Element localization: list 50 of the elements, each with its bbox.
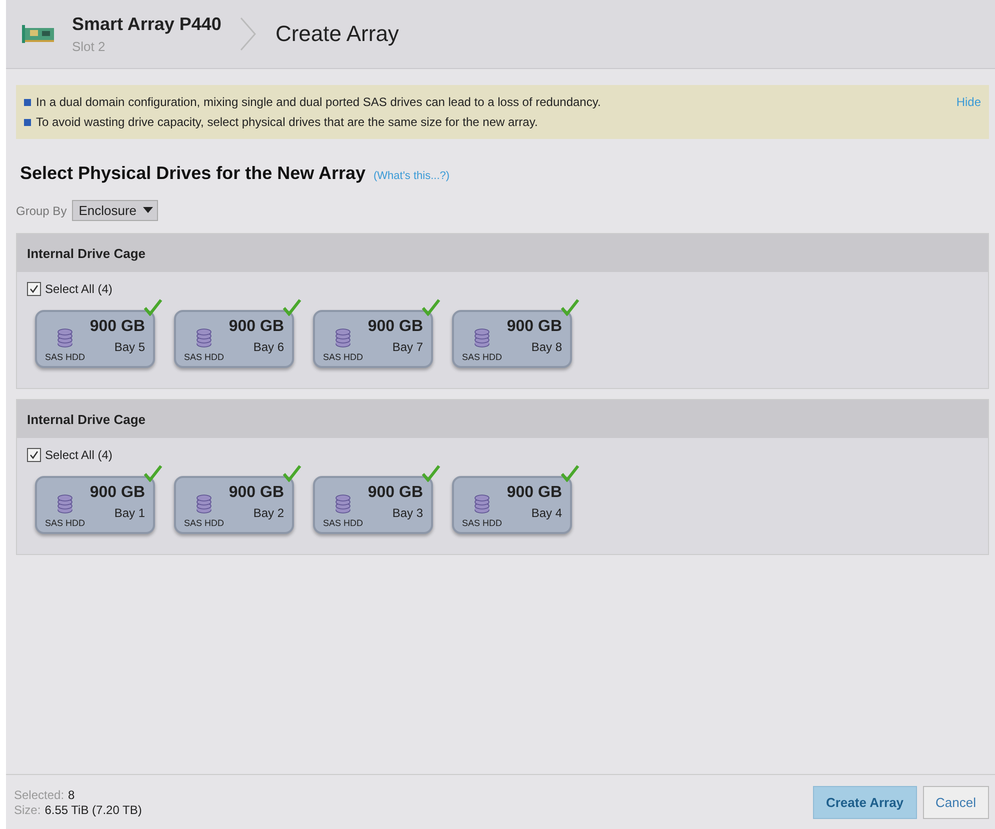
bay-label: Bay 8 [531,340,562,354]
drive-tile[interactable]: SAS HDD 900 GB Bay 7 [313,310,433,368]
create-array-button[interactable]: Create Array [812,786,917,818]
drive-tile[interactable]: SAS HDD 900 GB Bay 2 [174,476,294,534]
drive-size: 900 GB [228,318,284,336]
bay-label: Bay 5 [114,340,145,354]
group-by-dropdown[interactable]: Enclosure [72,200,158,221]
drive-type: SAS HDD [184,352,224,362]
drive-tile[interactable]: SAS HDD 900 GB Bay 5 [35,310,155,368]
drive-tile[interactable]: SAS HDD 900 GB Bay 4 [452,476,572,534]
drive-type: SAS HDD [322,518,363,528]
drive-type: SAS HDD [462,352,502,362]
drive-tile[interactable]: SAS HDD 900 GB Bay 1 [35,476,155,534]
bay-label: Bay 1 [114,506,145,520]
select-all-label: Select All (4) [45,282,112,296]
select-all-label: Select All (4) [45,448,112,462]
drive-type: SAS HDD [462,518,502,528]
drive-tile[interactable]: SAS HDD 900 GB Bay 3 [313,476,433,534]
controller-name: Smart Array P440 [72,14,222,35]
drive-size: 900 GB [90,484,145,502]
slot-label: Slot 2 [72,39,106,54]
notice-text: To avoid wasting drive capacity, select physical drives that are the same size for the new array. [36,115,538,129]
cancel-button[interactable]: Cancel [922,786,989,818]
bay-label: Bay 3 [392,506,423,520]
drive-tile[interactable]: SAS HDD 900 GB Bay 6 [174,310,294,368]
drive-type: SAS HDD [322,352,363,362]
size-value: 6.55 TiB (7.20 TB) [44,802,142,816]
size-label: Size: [14,802,41,816]
group-title: Internal Drive Cage [27,412,146,426]
bay-label: Bay 7 [392,340,423,354]
selected-count: 8 [68,788,75,802]
group-title: Internal Drive Cage [27,246,146,260]
bay-label: Bay 6 [253,340,284,354]
bay-label: Bay 2 [253,506,284,520]
drive-type: SAS HDD [184,518,224,528]
drive-type: SAS HDD [44,518,85,528]
notice-text: In a dual domain configuration, mixing single and dual ported SAS drives can lead to a loss of redundancy. [36,95,601,109]
drive-tile[interactable]: SAS HDD 900 GB Bay 8 [452,310,572,368]
group-by-label: Group By [16,204,67,218]
drive-size: 900 GB [90,318,145,336]
page-title: Create Array [275,21,399,47]
drive-size: 900 GB [368,484,423,502]
selected-label: Selected: [14,788,64,802]
drive-size: 900 GB [228,484,284,502]
bay-label: Bay 4 [531,506,562,520]
drive-size: 900 GB [368,318,423,336]
drive-type: SAS HDD [44,352,85,362]
drive-size: 900 GB [506,484,562,502]
section-heading: Select Physical Drives for the New Array [20,163,366,184]
drive-size: 900 GB [506,318,562,336]
